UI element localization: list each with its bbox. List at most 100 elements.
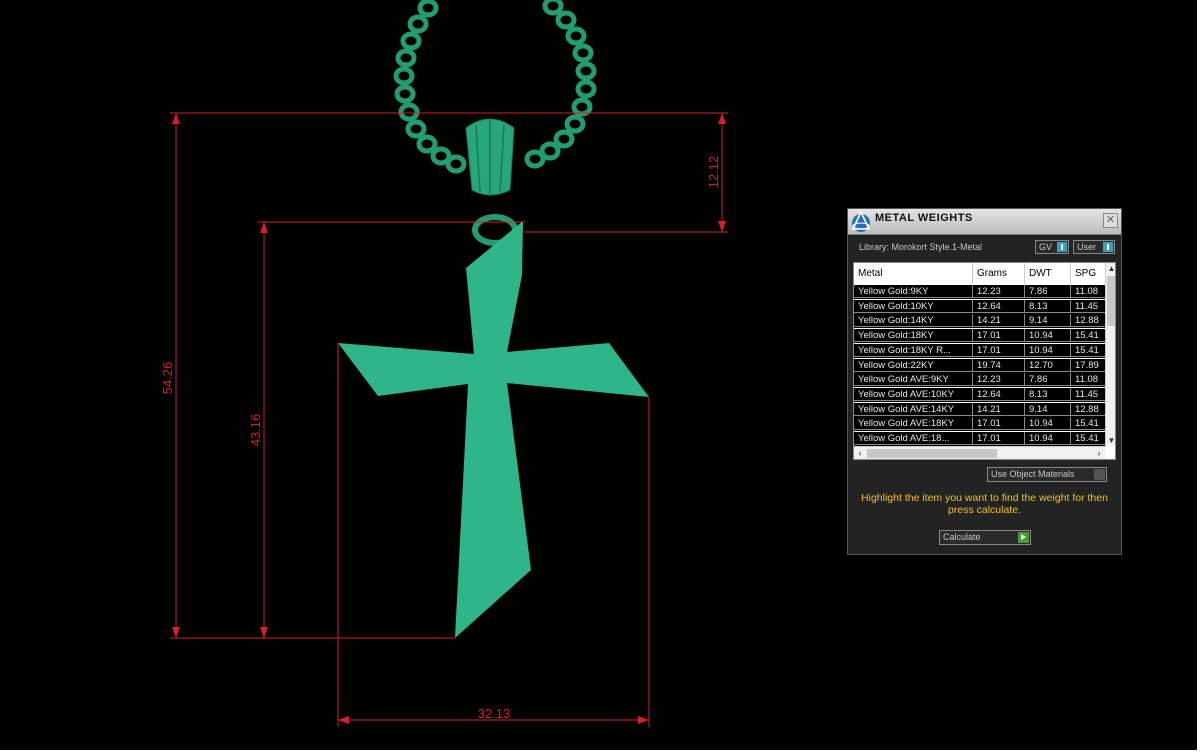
calculate-label: Calculate <box>943 532 981 542</box>
chain-link <box>555 10 577 30</box>
table-cell: 12.64 <box>973 387 1025 401</box>
table-row[interactable]: Yellow Gold:18KY 17.01 10.94 15.41 <box>854 329 1115 344</box>
use-object-materials-label: Use Object Materials <box>991 469 1075 479</box>
table-row[interactable]: Yellow Gold:22KY 19.74 12.70 17.89 <box>854 358 1115 373</box>
scroll-thumb[interactable] <box>867 449 997 458</box>
use-object-materials-toggle[interactable]: Use Object Materials <box>987 467 1107 482</box>
metal-weights-panel: METAL WEIGHTS ✕ Library: Morokort Style.… <box>847 208 1122 555</box>
dim-bail-height: 12.12 <box>706 156 721 189</box>
column-header-metal[interactable]: Metal <box>854 263 973 285</box>
scroll-down-icon[interactable]: ▼ <box>1106 435 1115 446</box>
chain-link <box>394 84 416 104</box>
dim-cross-height: 43.16 <box>248 414 263 447</box>
chain-link <box>564 114 586 134</box>
table-cell: 10.94 <box>1025 432 1071 445</box>
calculate-button[interactable]: Calculate <box>939 530 1031 545</box>
chain-link <box>553 129 575 149</box>
toggle-knob-icon <box>1057 242 1067 252</box>
table-cell: Yellow Gold:14KY <box>854 314 973 328</box>
chain-link <box>393 66 415 86</box>
table-cell: 8.13 <box>1025 387 1071 401</box>
chain-link <box>407 14 429 34</box>
table-cell: 12.23 <box>973 285 1025 298</box>
toggle-knob-icon <box>1103 242 1113 252</box>
table-cell: 9.14 <box>1025 402 1071 416</box>
scroll-thumb[interactable] <box>1107 276 1115 326</box>
table-header: Metal Grams DWT SPG <box>854 263 1115 285</box>
table-cell: Yellow Gold:18KY <box>854 329 973 343</box>
chain-link <box>395 48 417 68</box>
scroll-left-icon[interactable]: ‹ <box>854 447 866 459</box>
cross <box>338 221 649 638</box>
table-cell: 10.94 <box>1025 417 1071 431</box>
table-cell: Yellow Gold AVE:9KY <box>854 373 973 387</box>
table-cell: 12.70 <box>1025 358 1071 372</box>
scroll-up-icon[interactable]: ▲ <box>1106 263 1115 274</box>
table-row[interactable]: Yellow Gold AVE:18... 17.01 10.94 15.41 <box>854 432 1115 446</box>
table-cell: 19.74 <box>973 358 1025 372</box>
app-logo-icon <box>851 210 871 232</box>
scroll-right-icon[interactable]: › <box>1093 447 1105 459</box>
vertical-scrollbar[interactable]: ▲ ▼ <box>1105 263 1115 446</box>
chain-link <box>524 149 546 169</box>
dim-total-height: 54.26 <box>160 362 175 395</box>
table-row[interactable]: Yellow Gold AVE:18KY 17.01 10.94 15.41 <box>854 417 1115 432</box>
column-header-grams[interactable]: Grams <box>973 263 1025 285</box>
panel-titlebar[interactable]: METAL WEIGHTS ✕ <box>848 209 1121 235</box>
hint-text: Highlight the item you want to find the … <box>861 492 1108 516</box>
table-row[interactable]: Yellow Gold:14KY 14.21 9.14 12.88 <box>854 314 1115 329</box>
column-header-dwt[interactable]: DWT <box>1025 263 1071 285</box>
table-cell: Yellow Gold:10KY <box>854 299 973 313</box>
table-cell: 7.86 <box>1025 285 1071 298</box>
chain-link <box>445 154 467 174</box>
table-row[interactable]: Yellow Gold AVE:10KY 12.64 8.13 11.45 <box>854 387 1115 402</box>
table-cell: 12.64 <box>973 299 1025 313</box>
chain-link <box>571 97 593 117</box>
gv-toggle-label: GV <box>1039 242 1053 252</box>
table-cell: 17.01 <box>973 432 1025 445</box>
chain-link <box>565 26 587 46</box>
table-cell: 9.14 <box>1025 314 1071 328</box>
metal-table: Metal Grams DWT SPG Yellow Gold:9KY 12.23… <box>853 262 1116 460</box>
table-cell: 8.13 <box>1025 299 1071 313</box>
table-row[interactable]: Yellow Gold AVE:14KY 14.21 9.14 12.88 <box>854 402 1115 417</box>
table-row[interactable]: Yellow Gold:10KY 12.64 8.13 11.45 <box>854 299 1115 314</box>
panel-title: METAL WEIGHTS <box>875 212 973 224</box>
close-icon[interactable]: ✕ <box>1103 213 1118 228</box>
dim-width: 32.13 <box>478 706 511 721</box>
play-icon <box>1018 532 1029 543</box>
chain-link <box>542 0 564 16</box>
table-cell: 10.94 <box>1025 343 1071 357</box>
chain-link <box>405 119 427 139</box>
table-row[interactable]: Yellow Gold AVE:9KY 12.23 7.86 11.08 <box>854 373 1115 388</box>
table-cell: Yellow Gold:18KY R... <box>854 343 973 357</box>
chain-link <box>416 134 438 154</box>
table-cell: Yellow Gold AVE:14KY <box>854 402 973 416</box>
table-cell: Yellow Gold AVE:18KY <box>854 417 973 431</box>
chain-link <box>575 61 597 81</box>
cad-viewport[interactable]: 54.26 43.16 12.12 32.13 METAL WEIGHTS ✕ … <box>0 0 1197 750</box>
table-cell: 14.21 <box>973 314 1025 328</box>
table-cell: 12.23 <box>973 373 1025 387</box>
horizontal-scrollbar[interactable]: ‹ › <box>854 446 1105 459</box>
chain-link <box>575 79 597 99</box>
chain-link <box>572 43 594 63</box>
chain-link <box>400 31 422 51</box>
table-cell: Yellow Gold:9KY <box>854 285 973 298</box>
table-cell: 17.01 <box>973 417 1025 431</box>
user-toggle-label: User <box>1077 242 1097 252</box>
table-cell: 7.86 <box>1025 373 1071 387</box>
table-cell: 17.01 <box>973 343 1025 357</box>
table-cell: Yellow Gold:22KY <box>854 358 973 372</box>
user-toggle[interactable]: User <box>1073 240 1115 254</box>
table-cell: Yellow Gold AVE:10KY <box>854 387 973 401</box>
table-row[interactable]: Yellow Gold:9KY 12.23 7.86 11.08 <box>854 285 1115 299</box>
chain-link <box>398 102 420 122</box>
chain-link <box>417 0 439 18</box>
toggle-knob-icon <box>1094 469 1105 480</box>
table-cell: 10.94 <box>1025 329 1071 343</box>
table-row[interactable]: Yellow Gold:18KY R... 17.01 10.94 15.41 <box>854 343 1115 358</box>
gv-toggle[interactable]: GV <box>1035 240 1069 254</box>
library-label: Library: Morokort Style.1-Metal <box>859 242 983 252</box>
table-cell: Yellow Gold AVE:18... <box>854 432 973 445</box>
